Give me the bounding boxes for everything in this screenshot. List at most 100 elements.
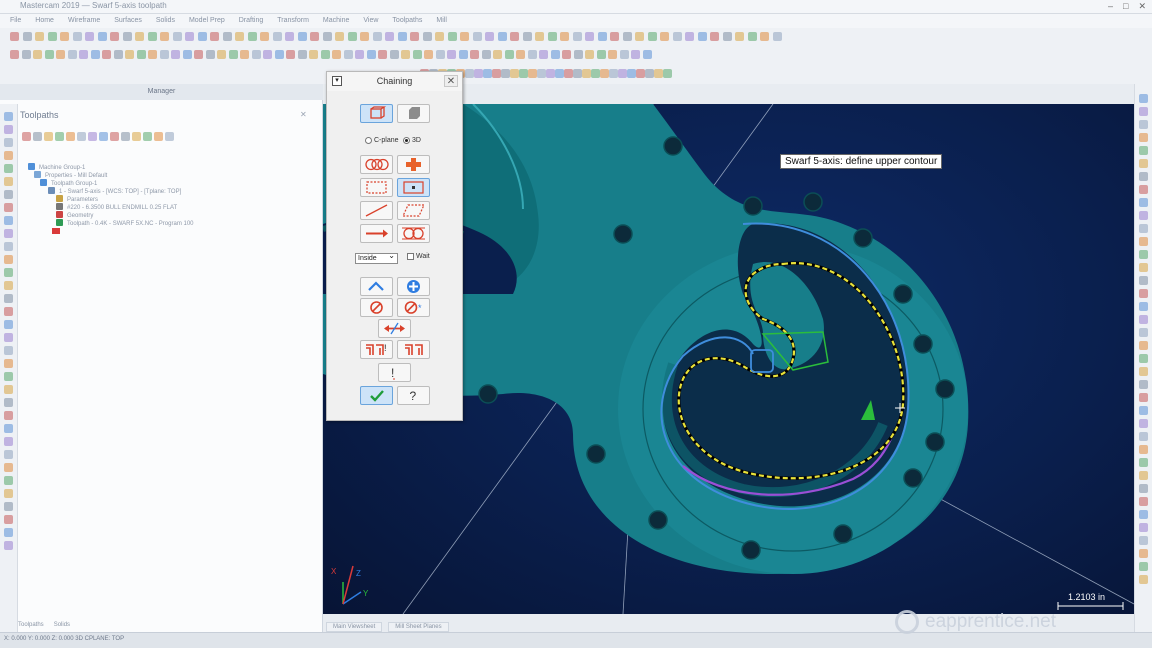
toolbar-button[interactable]: [535, 32, 544, 41]
wireframe-mode-button[interactable]: [360, 104, 393, 123]
toolbar-button[interactable]: [1139, 510, 1148, 519]
menu-file[interactable]: File: [10, 14, 21, 28]
polygon-button[interactable]: [397, 201, 430, 220]
toolbar-button[interactable]: [528, 69, 537, 78]
toolbar-button[interactable]: [172, 32, 182, 41]
toolbar-button[interactable]: [760, 32, 769, 41]
toolbar-button[interactable]: [205, 50, 215, 59]
toolbar-button[interactable]: [493, 50, 502, 59]
toolbar-button[interactable]: [537, 69, 546, 78]
toolbar-button[interactable]: [631, 50, 640, 59]
toolbar-button[interactable]: [582, 69, 591, 78]
toolbar-button[interactable]: [573, 69, 582, 78]
unselect-button[interactable]: [360, 298, 393, 317]
toolbar-button[interactable]: [546, 69, 555, 78]
toolbar-button[interactable]: [4, 242, 13, 251]
sync-button[interactable]: [397, 340, 430, 359]
toolbar-button[interactable]: [1139, 406, 1148, 415]
toolbar-button[interactable]: [251, 50, 261, 59]
toolbar-button[interactable]: [636, 69, 645, 78]
toolbar-button[interactable]: [510, 69, 519, 78]
toolbar-button[interactable]: [4, 476, 13, 485]
toolbar-button[interactable]: [1139, 523, 1148, 532]
toolbar-button[interactable]: [274, 50, 284, 59]
toolbar-button[interactable]: [4, 359, 13, 368]
toolbar-button[interactable]: [4, 138, 13, 147]
toolbar-button[interactable]: [378, 50, 387, 59]
toolbar-button[interactable]: [21, 50, 31, 59]
toolbar-button[interactable]: [435, 32, 444, 41]
toolbar-button[interactable]: [4, 307, 13, 316]
toolbar-button[interactable]: [132, 132, 141, 141]
toolbar-button[interactable]: [447, 32, 457, 41]
solids-mode-button[interactable]: [397, 104, 430, 123]
toolbar-button[interactable]: [159, 50, 169, 59]
toolbar-button[interactable]: [424, 50, 433, 59]
toolbar-button[interactable]: [22, 132, 31, 141]
toolbar-button[interactable]: [1139, 380, 1148, 389]
toolbar-button[interactable]: [519, 69, 528, 78]
menu-surfaces[interactable]: Surfaces: [114, 14, 142, 28]
tab-solids[interactable]: Solids: [54, 622, 70, 628]
toolbar-button[interactable]: [483, 69, 492, 78]
toolbar-button[interactable]: [585, 50, 594, 59]
toolbar-button[interactable]: [4, 450, 13, 459]
menu-transform[interactable]: Transform: [277, 14, 309, 28]
toolbar-button[interactable]: [564, 69, 573, 78]
toolbar-button[interactable]: [522, 32, 532, 41]
cplane-radio[interactable]: C-plane: [365, 137, 399, 144]
toolbar-button[interactable]: [4, 255, 13, 264]
toolbar-button[interactable]: [627, 69, 636, 78]
toolbar-button[interactable]: [47, 32, 57, 41]
toolbar-button[interactable]: [4, 229, 13, 238]
toolbar-button[interactable]: [110, 32, 119, 41]
toolbar-button[interactable]: [4, 437, 13, 446]
toolbar-button[interactable]: [1139, 276, 1148, 285]
toolbar-button[interactable]: [472, 32, 482, 41]
toolbar-button[interactable]: [222, 32, 232, 41]
toolbar-button[interactable]: [435, 50, 445, 59]
toolbar-button[interactable]: [722, 32, 732, 41]
toolbar-button[interactable]: [635, 32, 644, 41]
toolbar-button[interactable]: [263, 50, 272, 59]
toolbar-button[interactable]: [412, 50, 422, 59]
toolbar-button[interactable]: [4, 424, 13, 433]
toolbar-button[interactable]: [10, 32, 19, 41]
toolbar-button[interactable]: [4, 125, 13, 134]
wait-checkbox[interactable]: Wait: [407, 253, 430, 260]
toolbar-button[interactable]: [1139, 484, 1148, 493]
chain-button[interactable]: [360, 155, 393, 174]
toolbar-button[interactable]: [663, 69, 672, 78]
toolbar-button[interactable]: [332, 50, 341, 59]
toolbar-button[interactable]: [645, 69, 654, 78]
toolbar-button[interactable]: [573, 50, 583, 59]
tree-item[interactable]: Toolpath - 0.4K - SWARF 5X.NC - Program …: [56, 219, 194, 227]
toolbar-button[interactable]: [335, 32, 344, 41]
toolbar-button[interactable]: [1139, 133, 1148, 142]
toolbar-button[interactable]: [572, 32, 582, 41]
toolbar-button[interactable]: [148, 50, 157, 59]
toolbar-button[interactable]: [143, 132, 152, 141]
toolbar-button[interactable]: [609, 69, 618, 78]
toolbar-button[interactable]: [1139, 549, 1148, 558]
3d-radio[interactable]: 3D: [403, 137, 421, 144]
toolbar-button[interactable]: [4, 528, 13, 537]
toolbar-button[interactable]: [1139, 497, 1148, 506]
toolbar-button[interactable]: [735, 32, 744, 41]
toolbar-button[interactable]: [135, 32, 144, 41]
toolbar-button[interactable]: [147, 32, 157, 41]
toolbar-button[interactable]: [385, 32, 394, 41]
tree-item[interactable]: Parameters: [56, 195, 98, 203]
toolbar-button[interactable]: [33, 132, 42, 141]
menu-solids[interactable]: Solids: [156, 14, 175, 28]
toolbar-button[interactable]: [1139, 315, 1148, 324]
toolbar-button[interactable]: [697, 32, 707, 41]
toolbar-button[interactable]: [154, 132, 163, 141]
menu-toolpaths[interactable]: Toolpaths: [392, 14, 422, 28]
toolbar-button[interactable]: [4, 112, 13, 121]
toolbar-button[interactable]: [88, 132, 97, 141]
toolbar-button[interactable]: [60, 32, 69, 41]
toolbar-button[interactable]: [485, 32, 494, 41]
close-icon[interactable]: ✕: [300, 110, 307, 119]
toolbar-button[interactable]: [4, 346, 13, 355]
